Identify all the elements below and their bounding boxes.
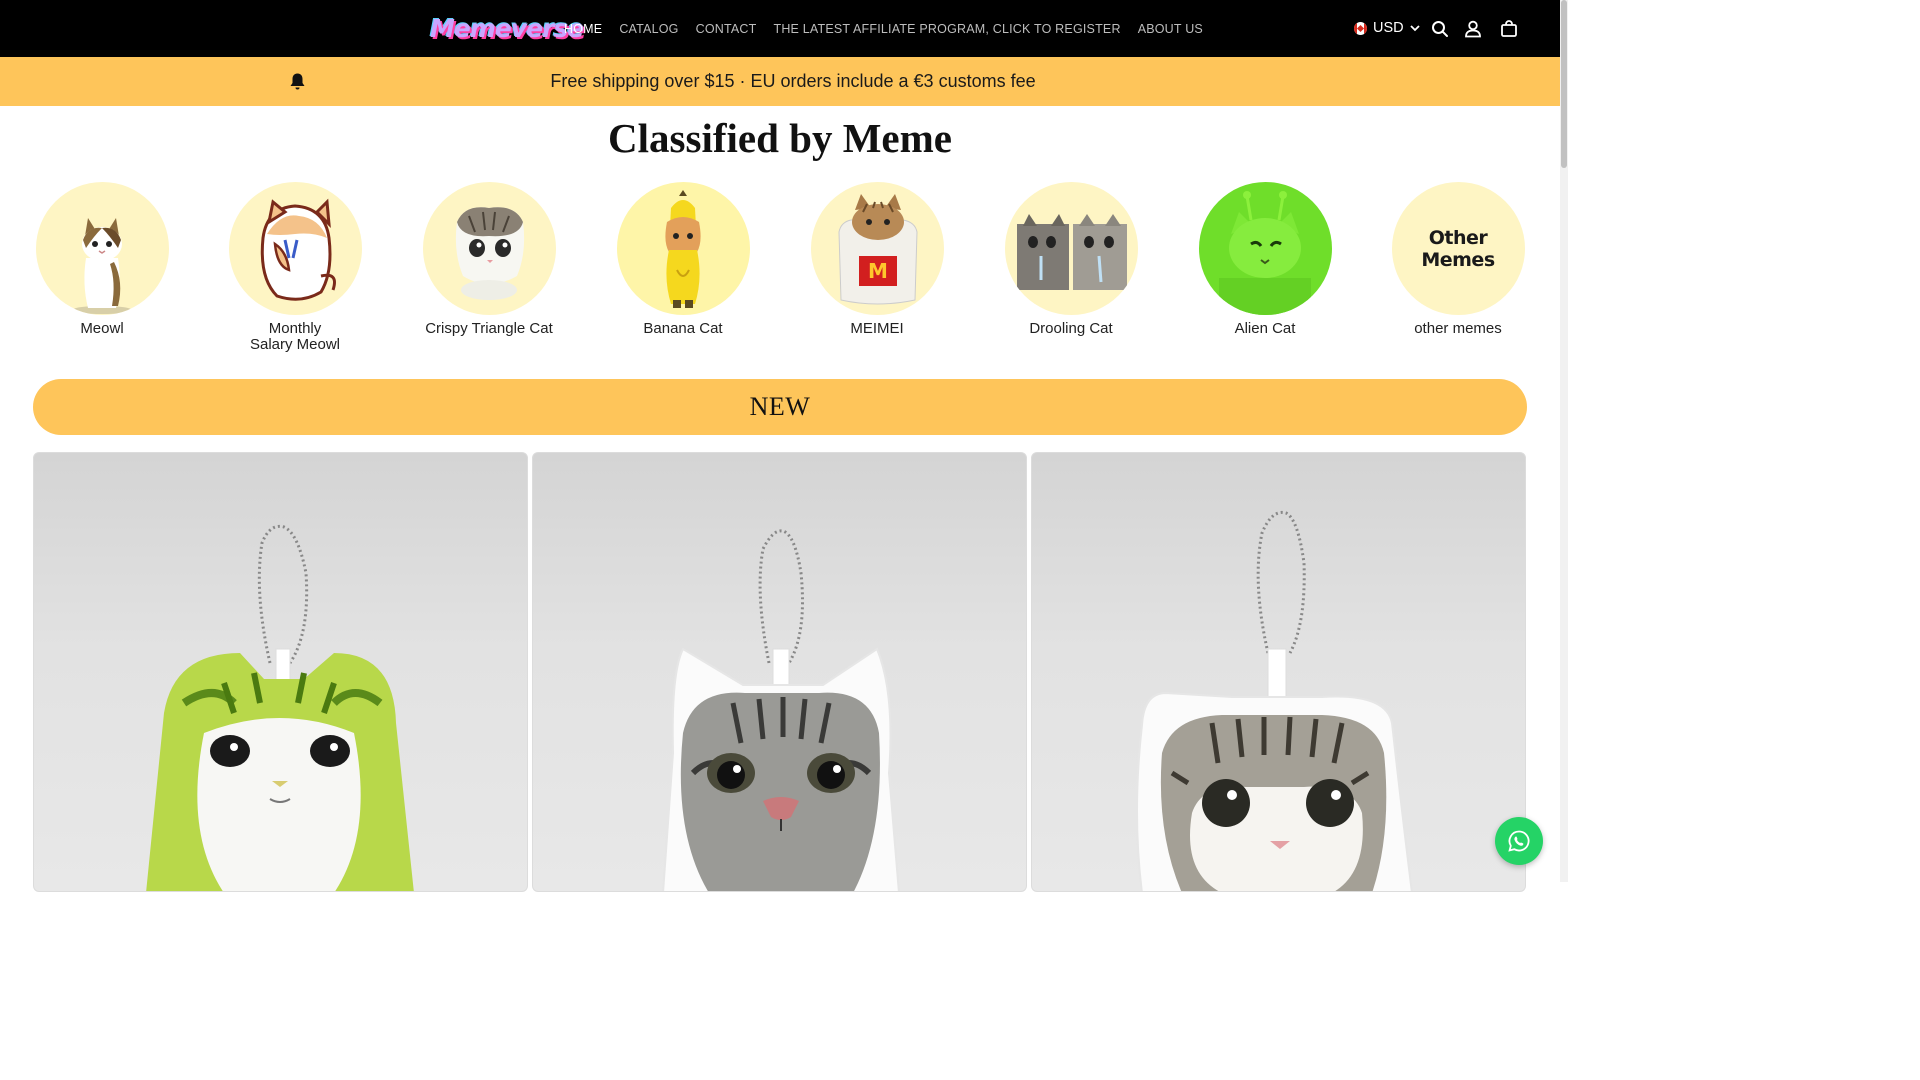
category-image bbox=[35, 182, 169, 315]
category-image bbox=[422, 182, 556, 315]
product-image-gray-tabby-cat bbox=[662, 529, 900, 891]
category-label: MEIMEI bbox=[850, 320, 904, 337]
category-label: Monthly Salary Meowl bbox=[249, 320, 341, 353]
whatsapp-chat-button[interactable] bbox=[1495, 817, 1543, 865]
other-memes-circle-text: Other Memes bbox=[1421, 226, 1495, 271]
site-logo[interactable]: Memeverse bbox=[430, 12, 584, 46]
announcement-text: Free shipping over $15 · EU orders inclu… bbox=[550, 71, 1036, 91]
new-section-banner: NEW bbox=[33, 379, 1527, 435]
category-meowl[interactable]: Meowl bbox=[12, 182, 192, 337]
page-scrollbar[interactable] bbox=[1560, 0, 1568, 882]
category-monthly-salary-meowl[interactable]: Monthly Salary Meowl bbox=[205, 182, 385, 353]
category-image bbox=[1004, 182, 1138, 315]
product-image-green-cat bbox=[146, 524, 414, 891]
account-icon[interactable] bbox=[1463, 19, 1483, 39]
product-card[interactable] bbox=[33, 452, 528, 892]
category-label: Meowl bbox=[80, 320, 124, 337]
product-image-crispy-triangle-cat bbox=[1136, 510, 1413, 891]
category-other-memes[interactable]: Other Memes other memes bbox=[1368, 182, 1548, 337]
whatsapp-icon bbox=[1508, 830, 1530, 852]
search-icon[interactable] bbox=[1430, 19, 1450, 39]
category-meimei[interactable]: M MEIMEI bbox=[787, 182, 967, 337]
scrollbar-thumb[interactable] bbox=[1561, 0, 1567, 168]
product-card[interactable] bbox=[1031, 452, 1526, 892]
currency-label: USD bbox=[1373, 20, 1404, 36]
nav-contact[interactable]: CONTACT bbox=[696, 22, 757, 36]
category-alien-cat[interactable]: Alien Cat bbox=[1175, 182, 1355, 337]
nav-home[interactable]: HOME bbox=[564, 22, 602, 36]
site-header: Memeverse HOME CATALOG CONTACT THE LATES… bbox=[0, 0, 1560, 57]
category-crispy-triangle-cat[interactable]: Crispy Triangle Cat bbox=[399, 182, 579, 337]
category-label: Crispy Triangle Cat bbox=[425, 320, 553, 337]
category-label: Drooling Cat bbox=[1029, 320, 1113, 337]
chevron-down-icon bbox=[1409, 25, 1420, 32]
category-image bbox=[616, 182, 750, 315]
category-label: Banana Cat bbox=[643, 320, 723, 337]
category-image bbox=[228, 182, 362, 315]
category-drooling-cat[interactable]: Drooling Cat bbox=[981, 182, 1161, 337]
logo-text: Memeverse bbox=[430, 14, 584, 43]
category-image: M bbox=[810, 182, 944, 315]
cart-icon[interactable] bbox=[1499, 19, 1519, 39]
currency-selector[interactable]: USD bbox=[1354, 17, 1420, 39]
category-label: other memes bbox=[1414, 320, 1502, 337]
nav-affiliate[interactable]: THE LATEST AFFILIATE PROGRAM, CLICK TO R… bbox=[773, 22, 1120, 36]
category-label: Alien Cat bbox=[1234, 320, 1296, 337]
section-title: Classified by Meme bbox=[608, 115, 952, 161]
canada-flag-icon bbox=[1354, 21, 1367, 35]
announcement-bar: Free shipping over $15 · EU orders inclu… bbox=[0, 57, 1560, 106]
category-banana-cat[interactable]: Banana Cat bbox=[593, 182, 773, 337]
main-nav: HOME CATALOG CONTACT THE LATEST AFFILIAT… bbox=[564, 0, 1203, 57]
svg-text:M: M bbox=[868, 259, 888, 283]
category-image: Other Memes bbox=[1391, 182, 1525, 315]
nav-about[interactable]: ABOUT US bbox=[1138, 22, 1203, 36]
category-image bbox=[1198, 182, 1332, 315]
product-card[interactable] bbox=[532, 452, 1027, 892]
nav-catalog[interactable]: CATALOG bbox=[619, 22, 678, 36]
